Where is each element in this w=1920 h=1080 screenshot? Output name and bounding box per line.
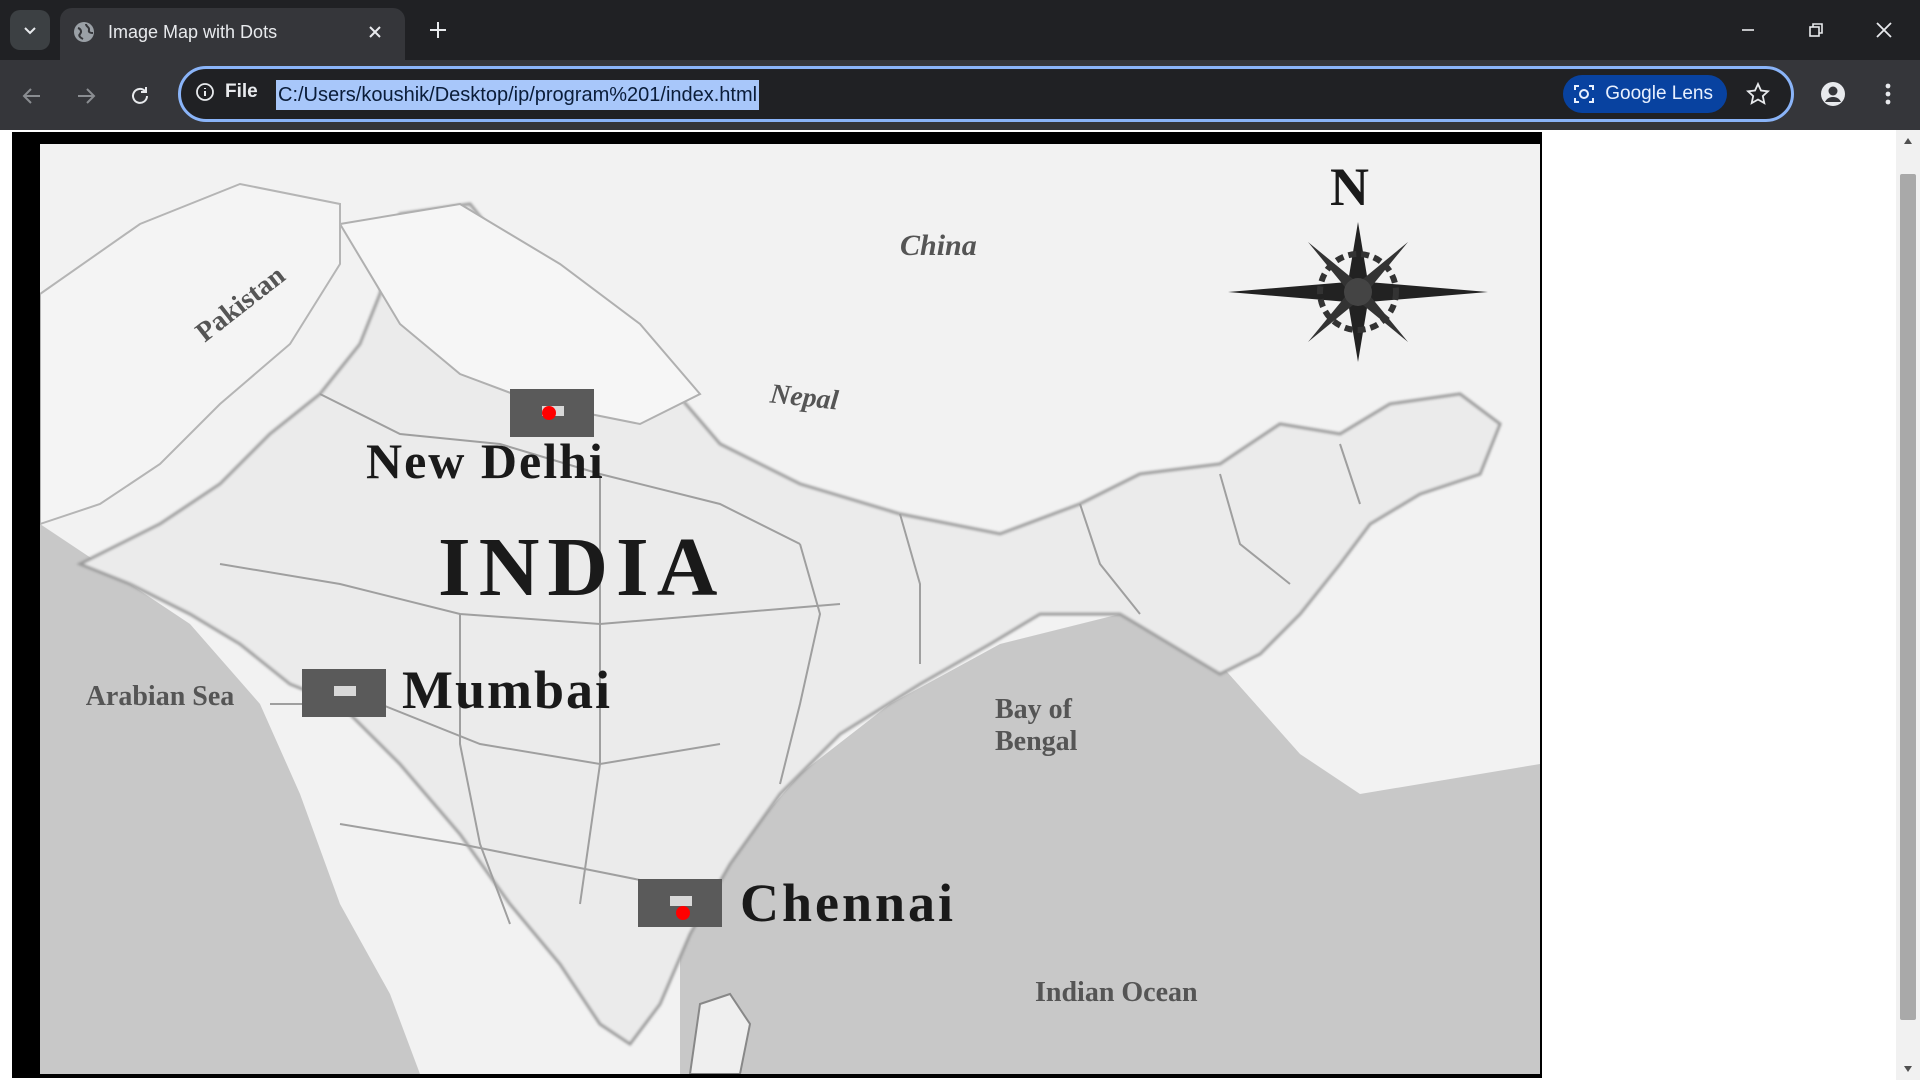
new-delhi-dot[interactable] — [542, 406, 556, 420]
chennai-dot[interactable] — [676, 906, 690, 920]
google-lens-button[interactable]: Google Lens — [1563, 75, 1727, 113]
image-map-frame: China Pakistan Nepal New Delhi INDIA Mum… — [12, 132, 1542, 1078]
compass-rose — [1228, 222, 1488, 362]
camera-lens-icon — [1574, 85, 1595, 103]
label-bay-of-bengal: Bay of Bengal — [995, 694, 1078, 757]
close-icon — [1876, 22, 1892, 38]
browser-toolbar: File C:/Users/koushik/Desktop/ip/program… — [0, 60, 1920, 130]
window-close-button[interactable] — [1850, 0, 1918, 60]
forward-button[interactable] — [66, 76, 106, 116]
page-viewport: China Pakistan Nepal New Delhi INDIA Mum… — [0, 130, 1920, 1080]
tab-active[interactable]: Image Map with Dots — [60, 8, 405, 60]
label-chennai: Chennai — [740, 873, 957, 933]
minimize-button[interactable] — [1714, 0, 1782, 60]
back-button[interactable] — [12, 76, 52, 116]
label-arabian-sea: Arabian Sea — [85, 681, 235, 712]
reload-button[interactable] — [120, 76, 160, 116]
globe-icon — [74, 22, 94, 42]
tab-strip: Image Map with Dots — [0, 0, 1920, 60]
star-icon — [1746, 82, 1770, 105]
label-new-delhi: New Delhi — [366, 433, 605, 489]
scroll-down-button[interactable] — [1896, 1058, 1920, 1080]
bookmark-button[interactable] — [1741, 77, 1775, 111]
address-bar[interactable]: File C:/Users/koushik/Desktop/ip/program… — [178, 66, 1794, 122]
triangle-up-icon — [1904, 138, 1912, 144]
label-compass-north: N — [1330, 157, 1369, 217]
scrollbar-thumb[interactable] — [1900, 174, 1916, 1020]
india-map-image[interactable]: China Pakistan Nepal New Delhi INDIA Mum… — [40, 144, 1540, 1074]
tab-close-button[interactable] — [361, 18, 389, 46]
new-tab-button[interactable] — [420, 12, 456, 48]
tab-title: Image Map with Dots — [108, 22, 278, 42]
url-text[interactable]: C:/Users/koushik/Desktop/ip/program%201/… — [276, 80, 760, 110]
google-lens-label: Google Lens — [1605, 83, 1713, 104]
scheme-label: File — [225, 81, 258, 102]
label-indian-ocean: Indian Ocean — [1035, 977, 1198, 1008]
restore-button[interactable] — [1782, 0, 1850, 60]
arrow-left-icon — [22, 88, 40, 104]
label-china: China — [900, 229, 977, 262]
site-info-button[interactable]: File — [195, 81, 258, 103]
restore-icon — [1809, 23, 1823, 37]
triangle-down-icon — [1904, 1066, 1912, 1072]
more-vertical-icon — [1885, 83, 1891, 105]
label-india: INDIA — [438, 521, 726, 614]
arrow-right-icon — [78, 88, 96, 104]
reload-icon — [132, 87, 148, 104]
label-mumbai: Mumbai — [402, 660, 613, 720]
tab-search-button[interactable] — [10, 10, 50, 50]
person-icon — [1821, 82, 1845, 106]
close-icon — [369, 26, 381, 38]
menu-button[interactable] — [1868, 74, 1908, 114]
vertical-scrollbar[interactable] — [1896, 130, 1920, 1080]
info-icon — [196, 83, 214, 101]
plus-icon — [430, 22, 446, 38]
scroll-up-button[interactable] — [1896, 130, 1920, 152]
profile-button[interactable] — [1813, 74, 1853, 114]
minimize-icon — [1742, 29, 1754, 31]
chevron-down-icon — [24, 27, 36, 35]
